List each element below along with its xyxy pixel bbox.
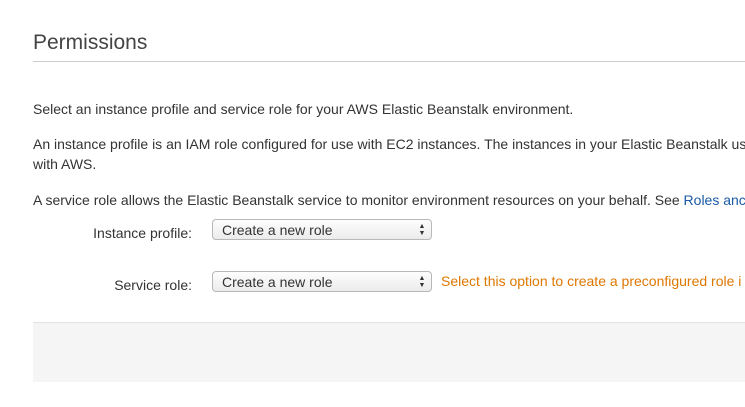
title-divider bbox=[33, 61, 745, 62]
instance-profile-select[interactable]: Create a new role ▲ ▼ bbox=[212, 219, 432, 240]
service-role-selected-value: Create a new role bbox=[222, 274, 333, 290]
instance-profile-description-line1: An instance profile is an IAM role confi… bbox=[33, 136, 745, 152]
service-role-select[interactable]: Create a new role ▲ ▼ bbox=[212, 271, 432, 292]
instance-profile-selected-value: Create a new role bbox=[222, 222, 333, 238]
roles-documentation-link[interactable]: Roles anc bbox=[684, 192, 745, 208]
updown-arrows-icon: ▲ ▼ bbox=[418, 274, 426, 289]
permissions-page: Permissions Select an instance profile a… bbox=[0, 0, 745, 407]
service-role-hint: Select this option to create a preconfig… bbox=[441, 273, 742, 289]
service-role-label: Service role: bbox=[114, 277, 192, 293]
footer-panel bbox=[33, 322, 745, 382]
service-role-description-text: A service role allows the Elastic Beanst… bbox=[33, 192, 684, 208]
instance-profile-description: An instance profile is an IAM role confi… bbox=[33, 134, 745, 174]
intro-paragraph: Select an instance profile and service r… bbox=[33, 101, 574, 117]
instance-profile-description-line2: with AWS. bbox=[33, 156, 97, 172]
instance-profile-label: Instance profile: bbox=[93, 225, 192, 241]
service-role-description: A service role allows the Elastic Beanst… bbox=[33, 190, 745, 210]
updown-arrows-icon: ▲ ▼ bbox=[418, 222, 426, 237]
section-title: Permissions bbox=[33, 31, 148, 54]
